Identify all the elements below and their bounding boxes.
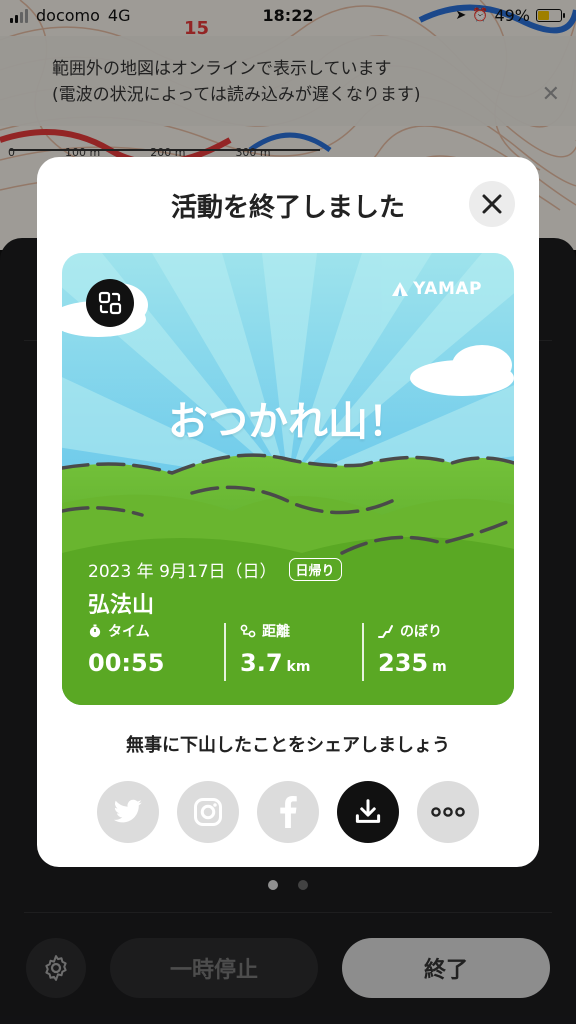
day-trip-badge: 日帰り — [288, 558, 342, 581]
close-button[interactable] — [469, 181, 515, 227]
yamap-mountain-icon — [392, 282, 409, 296]
stat-divider — [362, 623, 364, 681]
card-headline: おつかれ山！ — [168, 399, 408, 445]
swap-card-button[interactable] — [86, 279, 134, 327]
stat-ascent: のぼり 235 m — [378, 621, 447, 683]
stat-divider — [224, 623, 226, 681]
facebook-icon — [280, 796, 297, 828]
close-icon — [482, 194, 502, 214]
activity-summary-card: YAMAP おつかれ山！ 2023 年 9月17日（日） 日帰り 弘法山 タイム… — [62, 253, 514, 705]
share-facebook-button[interactable] — [257, 781, 319, 843]
modal-title: 活動を終了しました — [170, 193, 405, 223]
more-share-button[interactable] — [417, 781, 479, 843]
stat-value: 3.7 — [240, 649, 283, 677]
stat-value: 00:55 — [88, 649, 165, 677]
share-instagram-button[interactable] — [177, 781, 239, 843]
share-twitter-button[interactable] — [97, 781, 159, 843]
stat-time: タイム 00:55 — [88, 621, 164, 683]
brand-name: YAMAP — [413, 279, 482, 299]
share-prompt: 無事に下山したことをシェアしましょう — [126, 735, 450, 756]
stat-value: 235 — [378, 649, 429, 677]
route-icon — [240, 624, 256, 638]
ascent-icon — [378, 625, 393, 638]
share-buttons — [97, 781, 479, 843]
more-icon — [431, 807, 465, 817]
mountain-name: 弘法山 — [88, 593, 155, 618]
stat-unit: m — [432, 659, 447, 675]
stat-unit: km — [286, 659, 311, 675]
stat-label: タイム — [108, 624, 150, 640]
stat-label: 距離 — [262, 624, 290, 640]
brand-logo: YAMAP — [391, 279, 482, 299]
stat-distance: 距離 3.7 km — [240, 621, 310, 683]
twitter-icon — [113, 799, 142, 823]
download-icon — [355, 799, 381, 823]
download-button[interactable] — [337, 781, 399, 843]
activity-stats: タイム 00:55 距離 3.7 km のぼり 235 m — [62, 621, 514, 683]
swap-icon — [98, 291, 122, 315]
stopwatch-icon — [89, 624, 101, 638]
activity-date: 2023 年 9月17日（日） — [88, 562, 277, 582]
stat-label: のぼり — [400, 624, 442, 640]
activity-date-row: 2023 年 9月17日（日） 日帰り — [88, 557, 342, 582]
activity-complete-modal: 活動を終了しました YAMAP おつかれ山！ 2023 年 9月17日（日） 日… — [37, 157, 539, 867]
instagram-icon — [194, 798, 222, 826]
